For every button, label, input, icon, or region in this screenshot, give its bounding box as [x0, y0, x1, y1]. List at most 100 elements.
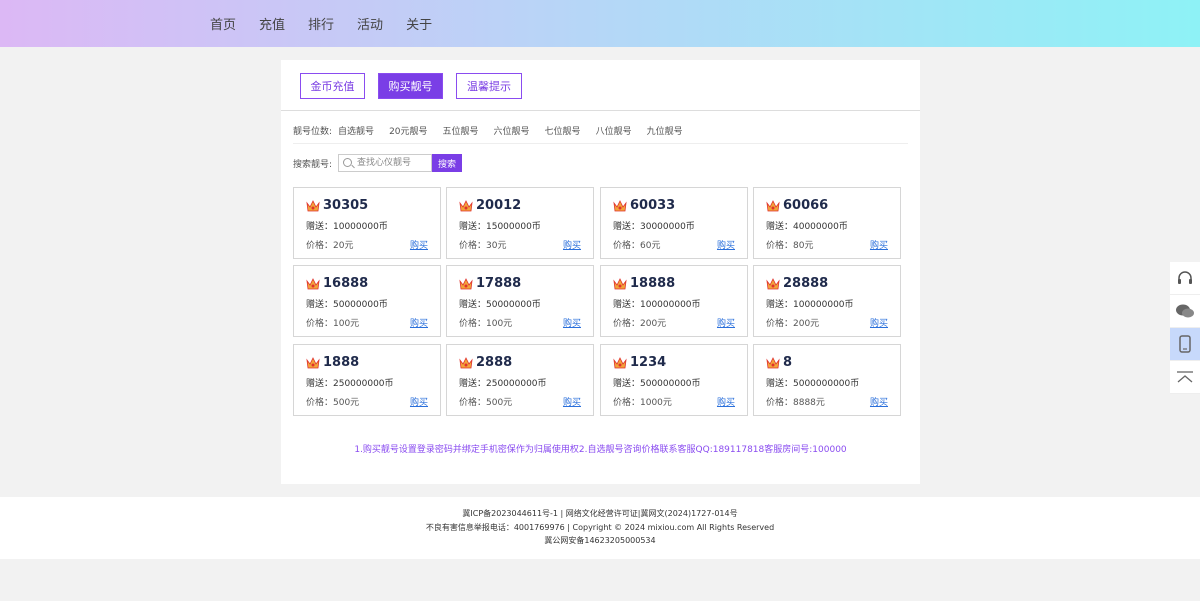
card-price: 价格：500元: [459, 398, 513, 408]
filter-option-5digit[interactable]: 五位靓号: [443, 124, 479, 137]
card-price: 价格：8888元: [766, 398, 825, 408]
crown-icon: [613, 277, 627, 289]
number-card: 20012 赠送：15000000币 价格：30元 购买: [446, 187, 594, 259]
crown-icon: [766, 356, 780, 368]
card-number-row: 60066: [766, 198, 828, 213]
card-gift: 赠送：40000000币: [766, 222, 848, 232]
card-price: 价格：200元: [766, 319, 820, 329]
card-number: 17888: [476, 276, 522, 291]
number-length-filter: 靓号位数: 自选靓号 20元靓号 五位靓号 六位靓号 七位靓号 八位靓号 九位靓…: [293, 124, 908, 144]
buy-link[interactable]: 购买: [870, 238, 888, 251]
number-card: 1888 赠送：250000000币 价格：500元 购买: [293, 344, 441, 416]
card-number-row: 1888: [306, 355, 359, 370]
card-number-row: 28888: [766, 276, 828, 291]
card-number: 2888: [476, 355, 513, 370]
phone-icon: [1179, 335, 1191, 353]
tab-tips[interactable]: 温馨提示: [456, 73, 522, 99]
back-to-top-button[interactable]: [1170, 361, 1200, 394]
card-price: 价格：20元: [306, 241, 354, 251]
card-number-row: 16888: [306, 276, 368, 291]
search-input[interactable]: [357, 155, 430, 171]
card-number: 8: [783, 355, 793, 370]
mobile-button[interactable]: [1170, 328, 1200, 361]
card-price: 价格：100元: [306, 319, 360, 329]
buy-link[interactable]: 购买: [717, 238, 735, 251]
crown-icon: [613, 199, 627, 211]
filter-option-20yuan[interactable]: 20元靓号: [389, 124, 427, 137]
buy-link[interactable]: 购买: [717, 395, 735, 408]
card-gift: 赠送：250000000币: [306, 379, 394, 389]
buy-link[interactable]: 购买: [563, 316, 581, 329]
buy-link[interactable]: 购买: [870, 316, 888, 329]
card-price: 价格：200元: [613, 319, 667, 329]
footer-report: 不良有害信息举报电话：4001769976 | Copyright © 2024…: [425, 522, 775, 532]
buy-link[interactable]: 购买: [870, 395, 888, 408]
filter-option-7digit[interactable]: 七位靓号: [545, 124, 581, 137]
main-nav: 首页 充值 排行 活动 关于: [210, 0, 455, 47]
headset-icon: [1178, 271, 1192, 284]
buy-link[interactable]: 购买: [563, 238, 581, 251]
card-gift: 赠送：100000000币: [613, 300, 701, 310]
card-number: 30305: [323, 198, 369, 213]
crown-icon: [306, 277, 320, 289]
number-card: 8 赠送：5000000000币 价格：8888元 购买: [753, 344, 901, 416]
nav-about[interactable]: 关于: [406, 14, 432, 33]
top-navigation-bar: 首页 充值 排行 活动 关于: [0, 0, 1200, 47]
number-card: 1234 赠送：500000000币 价格：1000元 购买: [600, 344, 748, 416]
crown-icon: [766, 277, 780, 289]
nav-activity[interactable]: 活动: [357, 14, 383, 33]
filter-option-6digit[interactable]: 六位靓号: [494, 124, 530, 137]
card-price: 价格：30元: [459, 241, 507, 251]
buy-link[interactable]: 购买: [410, 316, 428, 329]
crown-icon: [459, 277, 473, 289]
back-to-top-icon: [1177, 371, 1193, 383]
nav-ranking[interactable]: 排行: [308, 14, 334, 33]
card-number: 1888: [323, 355, 360, 370]
filter-option-9digit[interactable]: 九位靓号: [647, 124, 683, 137]
card-number: 20012: [476, 198, 522, 213]
purchase-notice: 1.购买靓号设置登录密码并绑定手机密保作为归属使用权2.自选靓号咨询价格联系客服…: [354, 445, 847, 455]
card-price: 价格：500元: [306, 398, 360, 408]
card-number-row: 8: [766, 355, 792, 370]
card-number-row: 60033: [613, 198, 675, 213]
card-gift: 赠送：50000000币: [459, 300, 541, 310]
wechat-button[interactable]: [1170, 295, 1200, 328]
card-price: 价格：1000元: [613, 398, 672, 408]
search-box: [338, 154, 433, 172]
search-icon: [343, 158, 353, 167]
buy-link[interactable]: 购买: [717, 316, 735, 329]
tab-coin-recharge[interactable]: 金币充值: [300, 73, 365, 99]
number-card: 18888 赠送：100000000币 价格：200元 购买: [600, 265, 748, 337]
card-number-row: 20012: [459, 198, 521, 213]
nav-recharge[interactable]: 充值: [259, 14, 285, 33]
tab-buy-number[interactable]: 购买靓号: [378, 73, 443, 99]
tab-bar: 金币充值 购买靓号 温馨提示: [281, 60, 920, 111]
buy-link[interactable]: 购买: [410, 395, 428, 408]
filter-option-8digit[interactable]: 八位靓号: [596, 124, 632, 137]
buy-link[interactable]: 购买: [410, 238, 428, 251]
customer-service-button[interactable]: [1170, 262, 1200, 295]
crown-icon: [459, 356, 473, 368]
search-button[interactable]: 搜索: [432, 154, 463, 172]
card-price: 价格：80元: [766, 241, 814, 251]
card-gift: 赠送：15000000币: [459, 222, 541, 232]
card-number: 1234: [630, 355, 667, 370]
search-label: 搜索靓号:: [293, 159, 333, 170]
filter-label: 靓号位数:: [293, 127, 333, 137]
card-gift: 赠送：250000000币: [459, 379, 547, 389]
card-number: 28888: [783, 276, 829, 291]
card-number: 60033: [630, 198, 676, 213]
side-toolbar: [1170, 262, 1200, 394]
crown-icon: [613, 356, 627, 368]
footer: 冀ICP备2023044611号-1 | 网络文化经营许可证|冀网文(2024)…: [0, 497, 1200, 559]
number-card: 28888 赠送：100000000币 价格：200元 购买: [753, 265, 901, 337]
filter-option-custom[interactable]: 自选靓号: [338, 124, 374, 137]
card-gift: 赠送：50000000币: [306, 300, 388, 310]
card-gift: 赠送：100000000币: [766, 300, 854, 310]
card-number-row: 30305: [306, 198, 368, 213]
wechat-icon: [1176, 304, 1194, 318]
number-card: 17888 赠送：50000000币 价格：100元 购买: [446, 265, 594, 337]
nav-home[interactable]: 首页: [210, 14, 236, 33]
number-card: 60066 赠送：40000000币 价格：80元 购买: [753, 187, 901, 259]
buy-link[interactable]: 购买: [563, 395, 581, 408]
